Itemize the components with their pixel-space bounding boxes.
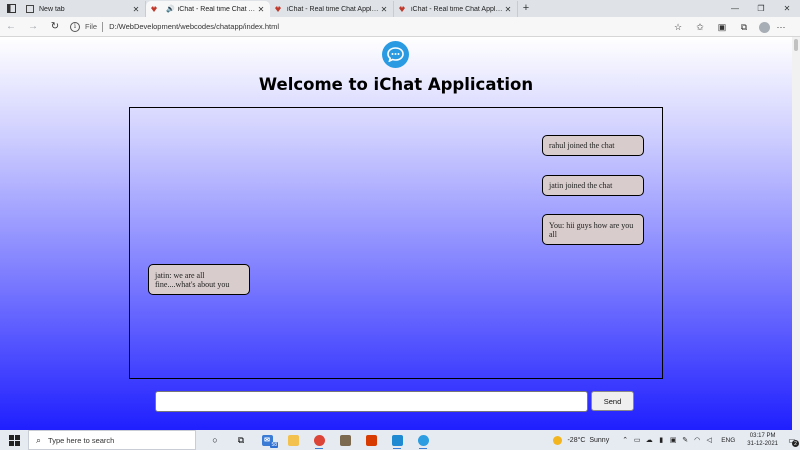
browser-toolbar: ← → ↻ i File D:/WebDevelopment/webcodes/…	[0, 17, 800, 37]
close-window-icon[interactable]: ✕	[774, 0, 800, 17]
weather-temp: -28°C	[567, 436, 586, 444]
forward-arrow-icon[interactable]: →	[22, 17, 44, 37]
language-indicator[interactable]: ENG	[721, 437, 735, 444]
tab-new-tab[interactable]: New tab ✕	[22, 1, 146, 17]
chrome-icon[interactable]	[306, 430, 332, 450]
tab-ichat-3[interactable]: iChat - Real time Chat Application ✕	[394, 1, 518, 17]
chat-bubble-logo-icon	[382, 41, 409, 68]
page-title: Welcome to iChat Application	[258, 75, 534, 94]
favorites-icon[interactable]: ✩	[689, 17, 711, 37]
back-arrow-icon[interactable]: ←	[0, 17, 22, 37]
chat-page: Welcome to iChat Application rahul joine…	[0, 37, 800, 430]
tab-actions-icon[interactable]	[0, 0, 22, 17]
tab-title: iChat - Real time Chat Application	[287, 5, 379, 13]
close-icon[interactable]: ✕	[379, 5, 389, 14]
sun-icon	[553, 435, 563, 445]
info-icon[interactable]: i	[70, 21, 80, 32]
weather-condition: Sunny	[589, 436, 610, 444]
add-favorite-star-icon[interactable]: ☆	[667, 17, 689, 37]
minimize-icon[interactable]: —	[722, 0, 748, 17]
search-placeholder: Type here to search	[48, 435, 115, 445]
clock-date: 31-12-2021	[747, 441, 778, 447]
windows-start-icon[interactable]	[0, 430, 28, 450]
profile-avatar[interactable]	[759, 21, 770, 33]
volume-icon[interactable]: ◁	[703, 436, 715, 444]
send-button[interactable]: Send	[591, 391, 634, 411]
collections-icon[interactable]: ▣	[711, 17, 733, 37]
display-icon[interactable]: ▣	[667, 436, 679, 444]
mail-badge: 58	[270, 442, 278, 448]
message-bubble: rahul joined the chat	[542, 135, 644, 156]
extensions-icon[interactable]: ⧉	[733, 17, 755, 37]
clock[interactable]: 03:17 PM 31-12-2021	[747, 432, 778, 448]
cortana-icon[interactable]: ○	[202, 430, 228, 450]
window-controls: — ❐ ✕	[722, 0, 800, 17]
new-tab-plus-icon[interactable]: +	[518, 1, 534, 17]
tab-ichat-2[interactable]: iChat - Real time Chat Application ✕	[270, 1, 394, 17]
search-icon: ⌕	[36, 434, 42, 445]
divider	[102, 21, 104, 32]
speaker-icon[interactable]: 🔊	[166, 5, 175, 13]
address-bar[interactable]: i File D:/WebDevelopment/webcodes/chatap…	[70, 19, 630, 35]
toolbar-actions: ☆ ✩ ▣ ⧉ ···	[667, 17, 792, 37]
battery-icon[interactable]: ▮	[655, 436, 667, 444]
tab-ichat-active[interactable]: 🔊 iChat - Real time Chat Application ✕	[146, 1, 270, 17]
message-input[interactable]	[155, 391, 588, 412]
notification-icon[interactable]: ▭ 2	[784, 430, 800, 450]
tab-title: New tab	[39, 5, 65, 13]
notification-count: 2	[792, 440, 799, 447]
page-scrollbar[interactable]	[792, 37, 800, 430]
restore-icon[interactable]: ❐	[748, 0, 774, 17]
pen-icon[interactable]: ✎	[679, 436, 691, 444]
taskbar-search-box[interactable]: ⌕ Type here to search	[28, 430, 196, 450]
file-explorer-icon[interactable]	[280, 430, 306, 450]
tab-title: iChat - Real time Chat Application	[177, 5, 256, 13]
page-icon	[26, 5, 34, 13]
close-icon[interactable]: ✕	[256, 5, 266, 14]
vscode-icon[interactable]	[384, 430, 410, 450]
message-bubble: jatin joined the chat	[542, 175, 644, 196]
close-icon[interactable]: ✕	[503, 5, 513, 14]
onedrive-icon[interactable]: ☁	[643, 436, 655, 444]
scrollbar-thumb[interactable]	[794, 39, 798, 51]
url-text[interactable]: D:/WebDevelopment/webcodes/chatapp/index…	[109, 22, 279, 31]
chevron-up-icon[interactable]: ⌃	[619, 436, 631, 444]
windows-taskbar: ⌕ Type here to search ○ ⧉ ✉ 58 -28°C Sun…	[0, 430, 800, 450]
network-icon[interactable]: ▭	[631, 436, 643, 444]
ichat-favicon-icon	[150, 5, 158, 13]
more-options-icon[interactable]: ···	[770, 17, 792, 37]
system-tray: -28°C Sunny ⌃ ▭ ☁ ▮ ▣ ✎ ◠ ◁ ENG 03:17 PM…	[553, 430, 800, 450]
chat-container: rahul joined the chat jatin joined the c…	[129, 107, 663, 379]
weather-widget[interactable]: -28°C Sunny	[553, 435, 610, 445]
edge-icon[interactable]	[410, 430, 436, 450]
office-icon[interactable]	[358, 430, 384, 450]
message-bubble: jatin: we are all fine....what's about y…	[148, 264, 250, 295]
mail-app-icon[interactable]: ✉ 58	[254, 430, 280, 450]
gimp-app-icon[interactable]	[332, 430, 358, 450]
refresh-icon[interactable]: ↻	[44, 17, 66, 37]
close-icon[interactable]: ✕	[131, 5, 141, 14]
task-view-icon[interactable]: ⧉	[228, 430, 254, 450]
tab-title: iChat - Real time Chat Application	[411, 5, 503, 13]
ichat-favicon-icon	[398, 5, 406, 13]
clock-time: 03:17 PM	[749, 433, 776, 439]
scheme-label: File	[85, 22, 98, 31]
ichat-favicon-icon	[274, 5, 282, 13]
browser-tab-bar: New tab ✕ 🔊 iChat - Real time Chat Appli…	[0, 0, 800, 17]
message-bubble: You: hii guys how are you all	[542, 214, 644, 245]
wifi-icon[interactable]: ◠	[691, 436, 703, 444]
